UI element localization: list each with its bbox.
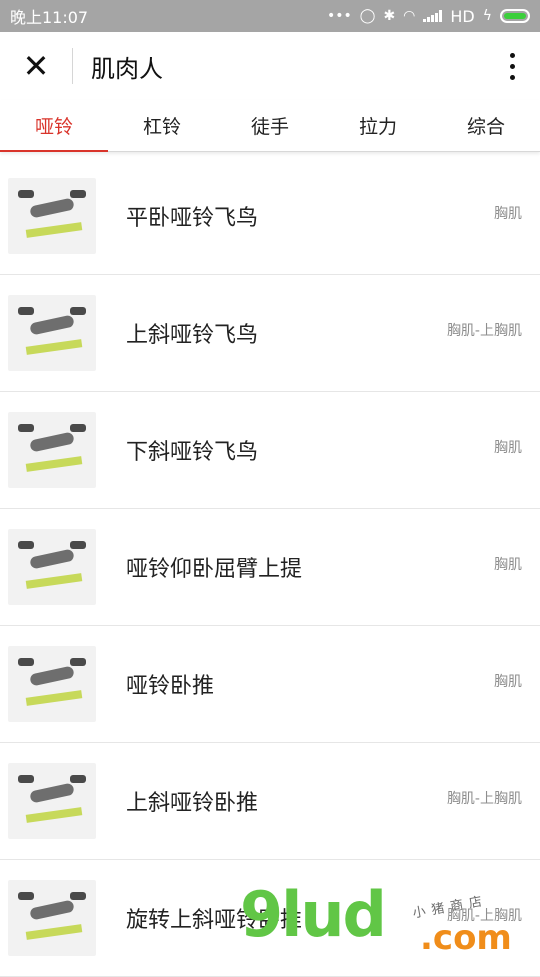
watermark: 9lud 小猪商店 .com: [240, 878, 540, 960]
exercise-thumbnail: [8, 646, 96, 722]
charging-icon: ϟ: [482, 8, 492, 24]
bluetooth-icon: ✱: [383, 8, 396, 24]
exercise-name: 哑铃卧推: [126, 674, 215, 699]
list-item[interactable]: 平卧哑铃飞鸟 胸肌: [0, 158, 540, 275]
exercise-thumbnail: [8, 529, 96, 605]
exercise-thumbnail: [8, 295, 96, 371]
title-divider: [72, 48, 73, 84]
app-bar: ✕ 肌肉人: [0, 32, 540, 100]
muscle-group: 胸肌: [494, 440, 522, 456]
close-button[interactable]: ✕: [0, 32, 72, 100]
muscle-group: 胸肌: [494, 557, 522, 573]
exercise-thumbnail: [8, 178, 96, 254]
muscle-group: 胸肌: [494, 206, 522, 222]
list-item[interactable]: 下斜哑铃飞鸟 胸肌: [0, 392, 540, 509]
list-item[interactable]: 上斜哑铃卧推 胸肌-上胸肌: [0, 743, 540, 860]
status-icons: ••• ◯ ✱ ◠ HD ϟ: [327, 7, 530, 26]
list-item[interactable]: 哑铃仰卧屈臂上提 胸肌: [0, 509, 540, 626]
battery-icon: [500, 9, 530, 23]
alarm-icon: ◯: [359, 8, 376, 24]
muscle-group: 胸肌-上胸肌: [446, 791, 522, 807]
watermark-suffix: .com: [420, 918, 512, 958]
more-vertical-icon: [509, 52, 515, 80]
tab-cable[interactable]: 拉力: [324, 100, 432, 151]
more-dots-icon: •••: [326, 8, 352, 24]
muscle-group: 胸肌-上胸肌: [446, 323, 522, 339]
network-label: HD: [450, 6, 475, 26]
wifi-icon: ◠: [403, 8, 416, 24]
exercise-thumbnail: [8, 412, 96, 488]
status-time: 晚上11:07: [10, 8, 89, 27]
tab-dumbbell[interactable]: 哑铃: [0, 100, 108, 152]
close-icon: ✕: [22, 47, 50, 85]
tab-combined[interactable]: 综合: [432, 100, 540, 151]
list-item[interactable]: 哑铃卧推 胸肌: [0, 626, 540, 743]
category-tabs: 哑铃 杠铃 徒手 拉力 综合: [0, 100, 540, 152]
list-item[interactable]: 上斜哑铃飞鸟 胸肌-上胸肌: [0, 275, 540, 392]
status-bar: 晚上11:07 ••• ◯ ✱ ◠ HD ϟ: [0, 0, 540, 32]
page-title: 肌肉人: [91, 54, 163, 83]
exercise-thumbnail: [8, 763, 96, 839]
signal-icon: [423, 10, 443, 22]
muscle-group: 胸肌: [494, 674, 522, 690]
exercise-name: 平卧哑铃飞鸟: [126, 206, 259, 231]
watermark-sub: 小猪商店: [411, 893, 490, 922]
watermark-main: 9lud: [240, 878, 387, 951]
exercise-name: 哑铃仰卧屈臂上提: [126, 557, 303, 582]
exercise-list: 平卧哑铃飞鸟 胸肌 上斜哑铃飞鸟 胸肌-上胸肌 下斜哑铃飞鸟 胸肌 哑铃仰卧屈臂…: [0, 158, 540, 977]
tab-barbell[interactable]: 杠铃: [108, 100, 216, 151]
exercise-thumbnail: [8, 880, 96, 956]
exercise-name: 下斜哑铃飞鸟: [126, 440, 259, 465]
more-options-button[interactable]: [484, 32, 540, 100]
tab-bodyweight[interactable]: 徒手: [216, 100, 324, 151]
